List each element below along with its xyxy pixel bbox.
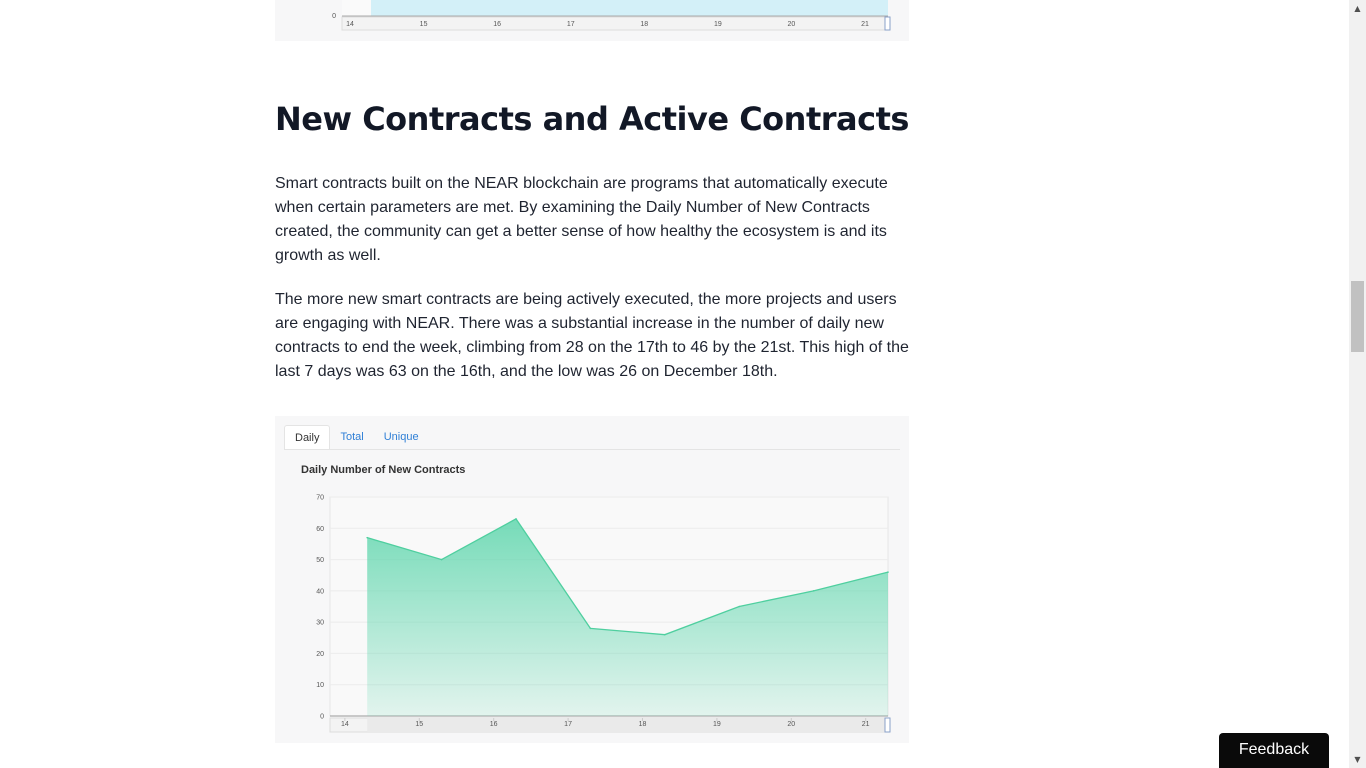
y-tick-label: 60 [316, 526, 324, 533]
data-point [664, 633, 666, 636]
top-navigator-handle [884, 16, 891, 31]
y-tick-label: 70 [316, 495, 324, 502]
scrollbar-thumb[interactable] [1351, 281, 1364, 352]
section-heading: New Contracts and Active Contracts [275, 100, 909, 138]
data-point [887, 571, 889, 573]
data-point [440, 558, 443, 561]
top-x-tick-label: 21 [861, 21, 869, 28]
scroll-up-icon[interactable]: ▲ [1349, 0, 1366, 17]
y-tick-label: 40 [316, 588, 324, 595]
y-tick-label: 50 [316, 557, 324, 564]
navigator-handle [884, 717, 891, 733]
top-x-tick-label: 14 [346, 21, 354, 28]
data-point [589, 627, 592, 630]
y-tick-label: 30 [316, 620, 324, 627]
new-contracts-chart-card: Daily Total Unique Daily Number of New C… [275, 416, 909, 743]
top-x-tick-label: 19 [714, 21, 722, 28]
previous-chart: 0 14 15 16 17 18 19 20 21 [332, 0, 891, 31]
x-tick-label: 18 [639, 721, 647, 728]
x-tick-label: 15 [415, 721, 423, 728]
paragraph-analysis: The more new smart contracts are being a… [275, 291, 909, 380]
data-point [515, 518, 517, 520]
top-x-tick-label: 20 [788, 21, 796, 28]
top-x-tick-label: 18 [640, 21, 648, 28]
top-y-tick-label: 0 [332, 13, 336, 20]
x-tick-label: 14 [341, 721, 349, 728]
x-tick-label: 17 [564, 721, 572, 728]
feedback-button[interactable]: Feedback [1219, 733, 1329, 768]
x-tick-label: 21 [862, 721, 870, 728]
y-tick-label: 0 [320, 714, 324, 721]
navigator-selection [367, 718, 888, 732]
x-tick-label: 16 [490, 721, 498, 728]
top-x-tick-label: 16 [493, 21, 501, 28]
scroll-down-icon[interactable]: ▼ [1349, 751, 1366, 768]
data-point [366, 536, 368, 539]
top-data-area [371, 0, 888, 16]
paragraph-intro: Smart contracts built on the NEAR blockc… [275, 175, 888, 264]
y-tick-label: 10 [316, 682, 324, 689]
page-scrollbar[interactable]: ▲ ▼ [1349, 0, 1366, 768]
previous-chart-card: 0 14 15 16 17 18 19 20 21 [275, 0, 909, 41]
x-tick-label: 20 [787, 721, 795, 728]
data-point [738, 605, 740, 608]
new-contracts-chart: 0 10 20 30 40 50 60 70 14 15 16 17 18 19 20 21 [316, 495, 891, 733]
top-x-tick-label: 15 [420, 21, 428, 28]
top-x-tick-label: 17 [567, 21, 575, 28]
data-point [812, 590, 815, 592]
y-tick-label: 20 [316, 651, 324, 658]
x-tick-label: 19 [713, 721, 721, 728]
